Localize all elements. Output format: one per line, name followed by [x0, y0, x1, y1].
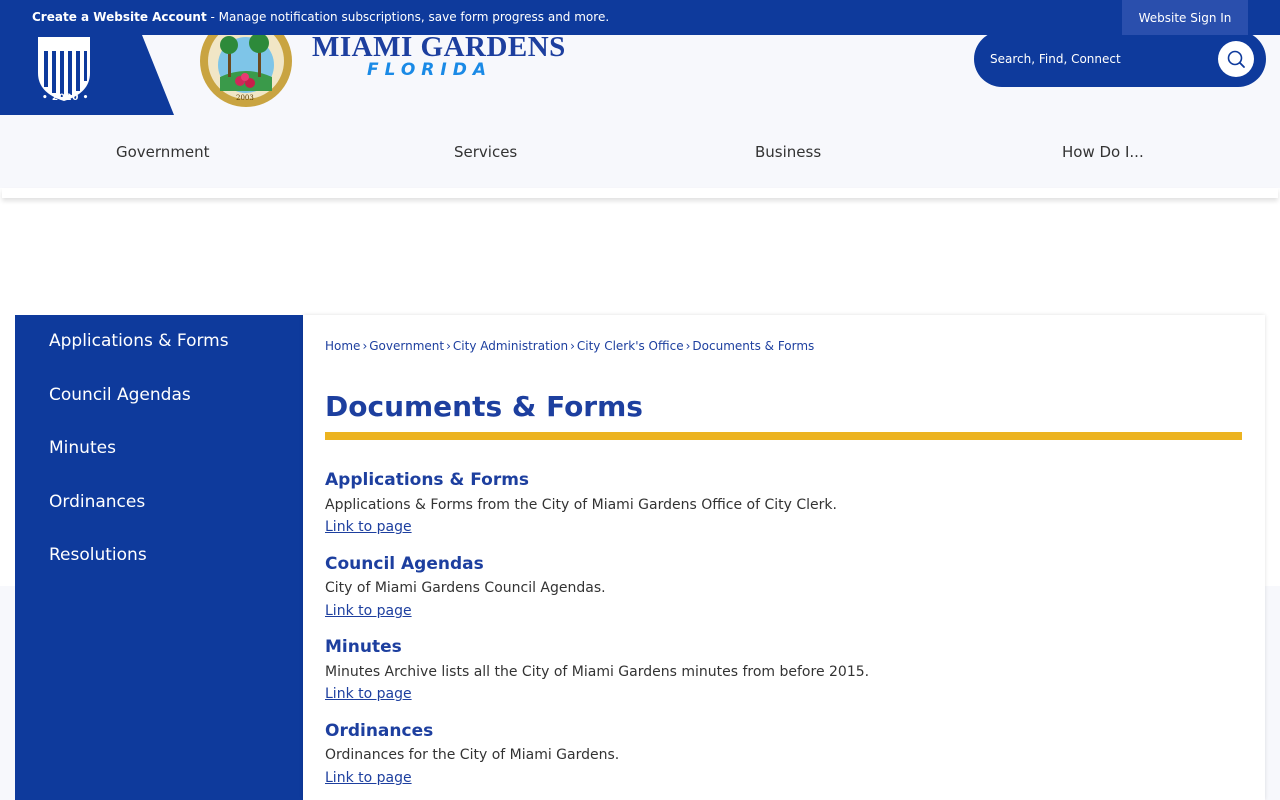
website-sign-in-button[interactable]: Website Sign In: [1122, 0, 1248, 35]
sidebar-item-council-agendas[interactable]: Council Agendas: [49, 385, 191, 405]
page-title: Documents & Forms: [325, 390, 643, 423]
breadcrumb-separator: ›: [362, 339, 368, 353]
entry-description: Ordinances for the City of Miami Gardens…: [325, 747, 620, 763]
notification-bar: Create a Website Account - Manage notifi…: [0, 0, 1280, 35]
search-button[interactable]: [1218, 41, 1254, 77]
topbar-message: Create a Website Account - Manage notifi…: [32, 10, 609, 25]
nav-services[interactable]: Services: [454, 143, 517, 161]
breadcrumb-separator: ›: [570, 339, 575, 353]
sidebar-item-ordinances[interactable]: Ordinances: [49, 492, 145, 512]
breadcrumb-separator: ›: [446, 339, 451, 353]
entry-link[interactable]: Link to page: [325, 519, 412, 535]
sidebar-item-resolutions[interactable]: Resolutions: [49, 545, 147, 565]
sidebar-item-applications-forms[interactable]: Applications & Forms: [49, 331, 229, 351]
search-bar: [974, 31, 1266, 87]
breadcrumb-government[interactable]: Government: [369, 339, 444, 353]
nav-business[interactable]: Business: [755, 143, 821, 161]
search-icon: [1227, 50, 1245, 68]
seal-year: 2003: [236, 94, 254, 102]
entry-link[interactable]: Link to page: [325, 770, 412, 786]
create-account-link[interactable]: Create a Website Account: [32, 10, 207, 24]
breadcrumb-city-administration[interactable]: City Administration: [453, 339, 568, 353]
entry-title-applications-forms[interactable]: Applications & Forms: [325, 470, 529, 490]
sidebar-item-minutes[interactable]: Minutes: [49, 438, 116, 458]
nav-divider: [2, 188, 1278, 198]
breadcrumb: Home › Government › City Administration › City…: [325, 339, 814, 353]
badge-year: • 2020 •: [42, 93, 89, 103]
entry-link[interactable]: Link to page: [325, 603, 412, 619]
nav-government[interactable]: Government: [116, 143, 210, 161]
entry-title-ordinances[interactable]: Ordinances: [325, 721, 433, 741]
all-america-city-badge: • 2020 •: [0, 35, 175, 115]
entry-title-minutes[interactable]: Minutes: [325, 637, 402, 657]
nav-how-do-i[interactable]: How Do I...: [1062, 143, 1144, 161]
entry-link[interactable]: Link to page: [325, 686, 412, 702]
entry-description: City of Miami Gardens Council Agendas.: [325, 580, 606, 596]
breadcrumb-home[interactable]: Home: [325, 339, 360, 353]
topbar-message-text: - Manage notification subscriptions, sav…: [206, 10, 610, 24]
breadcrumb-city-clerks-office[interactable]: City Clerk's Office: [577, 339, 684, 353]
entry-title-council-agendas[interactable]: Council Agendas: [325, 554, 484, 574]
title-underline: [325, 432, 1242, 440]
entry-description: Minutes Archive lists all the City of Mi…: [325, 664, 870, 680]
search-input[interactable]: [990, 49, 1210, 69]
breadcrumb-documents-forms[interactable]: Documents & Forms: [692, 339, 814, 353]
site-subtitle: FLORIDA: [367, 60, 492, 80]
breadcrumb-separator: ›: [685, 339, 691, 353]
entry-description: Applications & Forms from the City of Mi…: [325, 497, 837, 513]
badge-graphic: [0, 35, 174, 115]
